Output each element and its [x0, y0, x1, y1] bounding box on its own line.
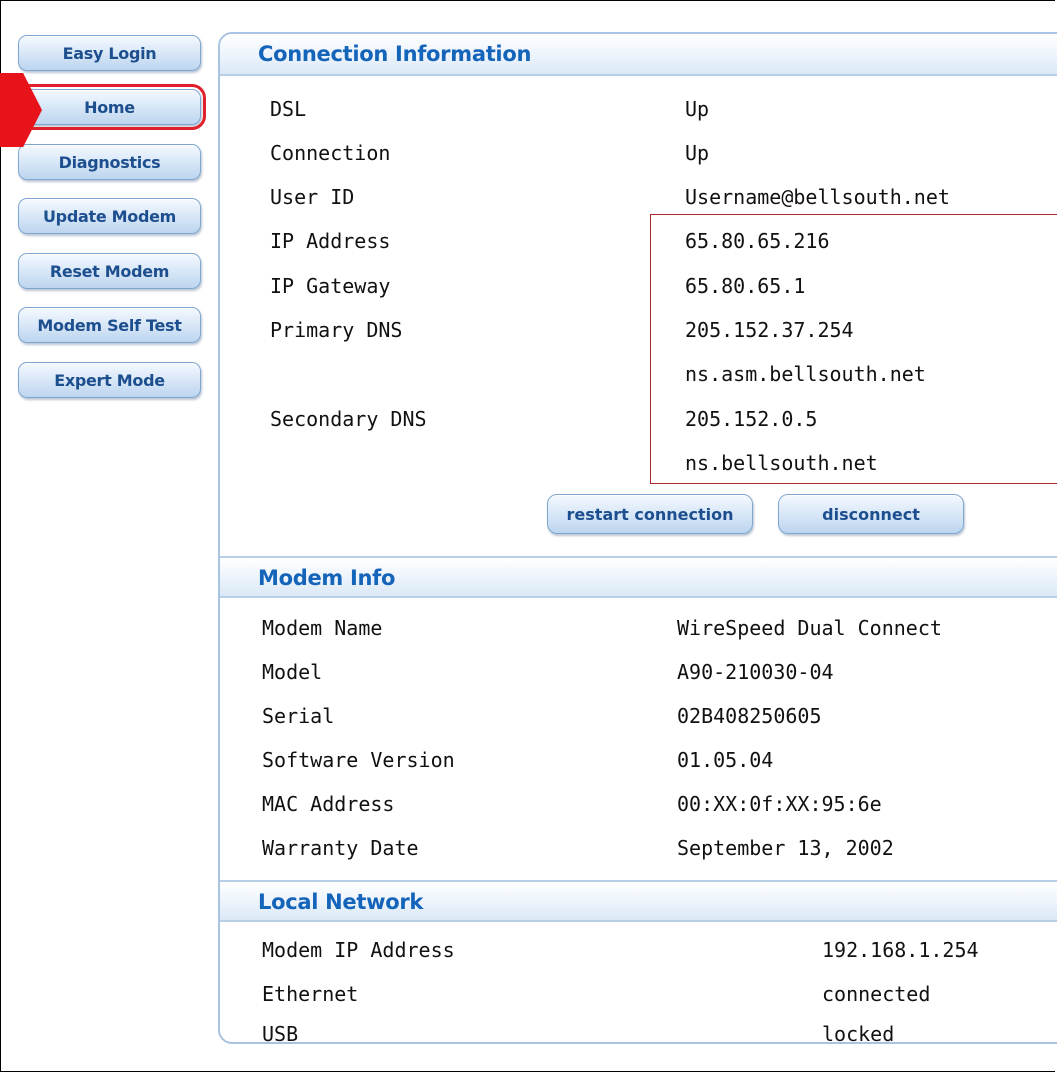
lan-label-modem-ip: Modem IP Address	[262, 938, 455, 962]
modem-value-mac-address: 00:XX:0f:XX:95:6e	[677, 792, 882, 816]
disconnect-button[interactable]: disconnect	[778, 494, 964, 534]
highlight-box	[650, 214, 1057, 484]
local-network-header: Local Network	[220, 880, 1057, 922]
easy-login-button[interactable]: Easy Login	[18, 35, 201, 71]
conn-label-dsl: DSL	[270, 97, 307, 121]
diagnostics-button[interactable]: Diagnostics	[18, 144, 201, 180]
expert-mode-button[interactable]: Expert Mode	[18, 362, 201, 398]
lan-label-usb: USB	[262, 1022, 299, 1044]
conn-label-secondary-dns: Secondary DNS	[270, 407, 427, 431]
conn-label-ip-gateway: IP Gateway	[270, 274, 391, 298]
restart-connection-button[interactable]: restart connection	[547, 494, 753, 534]
home-button[interactable]: Home	[13, 84, 206, 130]
modem-label-serial: Serial	[262, 704, 335, 728]
update-modem-button[interactable]: Update Modem	[18, 198, 201, 234]
modem-label-model: Model	[262, 660, 323, 684]
conn-value-dsl: Up	[685, 97, 710, 121]
conn-label-connection: Connection	[270, 141, 391, 165]
modem-value-name: WireSpeed Dual Connect	[677, 616, 942, 640]
conn-value-user-id: Username@bellsouth.net	[685, 185, 950, 209]
lan-value-usb: locked	[822, 1022, 895, 1044]
lan-value-ethernet: connected	[822, 982, 931, 1006]
modem-value-serial: 02B408250605	[677, 704, 822, 728]
reset-modem-button[interactable]: Reset Modem	[18, 253, 201, 289]
conn-label-primary-dns: Primary DNS	[270, 318, 403, 342]
modem-label-name: Modem Name	[262, 616, 383, 640]
connection-title: Connection Information	[258, 42, 532, 66]
modem-info-title: Modem Info	[258, 566, 396, 590]
modem-value-software-version: 01.05.04	[677, 748, 774, 772]
modem-label-software-version: Software Version	[262, 748, 455, 772]
modem-self-test-button[interactable]: Modem Self Test	[18, 307, 201, 343]
modem-label-warranty-date: Warranty Date	[262, 836, 419, 860]
modem-label-mac-address: MAC Address	[262, 792, 395, 816]
modem-value-model: A90-210030-04	[677, 660, 834, 684]
connection-header: Connection Information	[220, 34, 1057, 76]
main-panel: Connection Information DSL Up Connection…	[218, 32, 1057, 1044]
modem-info-header: Modem Info	[220, 556, 1057, 598]
conn-value-connection: Up	[685, 141, 710, 165]
lan-label-ethernet: Ethernet	[262, 982, 359, 1006]
conn-label-user-id: User ID	[270, 185, 355, 209]
conn-label-ip-address: IP Address	[270, 229, 391, 253]
lan-value-modem-ip: 192.168.1.254	[822, 938, 979, 962]
modem-value-warranty-date: September 13, 2002	[677, 836, 894, 860]
local-network-title: Local Network	[258, 890, 424, 914]
